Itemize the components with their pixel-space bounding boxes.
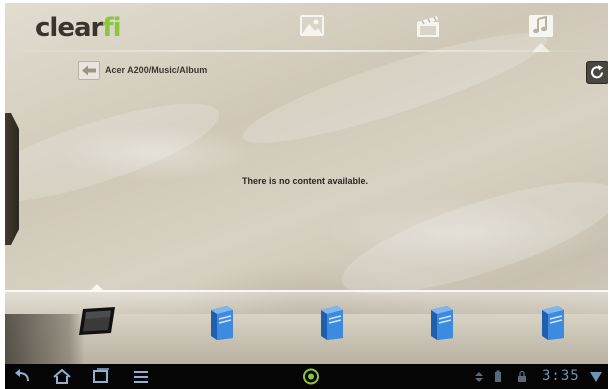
clearfi-logo: clearfi xyxy=(35,13,122,43)
server-icon[interactable] xyxy=(538,304,568,340)
screen: clearfi Acer A200/Music/Album There is n… xyxy=(0,0,610,389)
selected-device-indicator xyxy=(90,284,104,291)
data-sync-icon xyxy=(475,372,483,382)
clock: 3:35 xyxy=(542,368,580,384)
back-button[interactable] xyxy=(78,61,100,80)
lock-icon xyxy=(518,370,526,382)
recent-apps-icon[interactable] xyxy=(91,368,111,385)
wifi-icon xyxy=(590,372,602,382)
arrow-left-icon xyxy=(82,65,96,76)
selected-device-highlight xyxy=(5,314,85,364)
empty-state-message: There is no content available. xyxy=(241,176,369,186)
breadcrumb: Acer A200/Music/Album xyxy=(105,65,208,75)
battery-icon xyxy=(495,370,501,382)
selected-tab-indicator xyxy=(532,43,550,52)
refresh-icon xyxy=(591,65,603,79)
home-icon[interactable] xyxy=(52,368,72,385)
server-icon[interactable] xyxy=(317,304,347,340)
server-icon[interactable] xyxy=(427,304,457,340)
tablet-icon[interactable] xyxy=(77,305,117,337)
top-bar: clearfi xyxy=(5,3,608,53)
back-icon[interactable] xyxy=(13,368,33,385)
background-wave xyxy=(5,84,228,222)
system-nav-bar: 3:35 xyxy=(5,364,608,389)
music-icon[interactable] xyxy=(528,13,554,39)
app-indicator-icon[interactable] xyxy=(302,368,320,385)
tab-divider xyxy=(5,50,608,52)
device-bar xyxy=(5,284,608,364)
video-icon[interactable] xyxy=(415,13,441,39)
menu-icon[interactable] xyxy=(131,368,151,385)
photo-icon[interactable] xyxy=(299,13,325,39)
server-icon[interactable] xyxy=(207,304,237,340)
refresh-button[interactable] xyxy=(586,61,608,84)
